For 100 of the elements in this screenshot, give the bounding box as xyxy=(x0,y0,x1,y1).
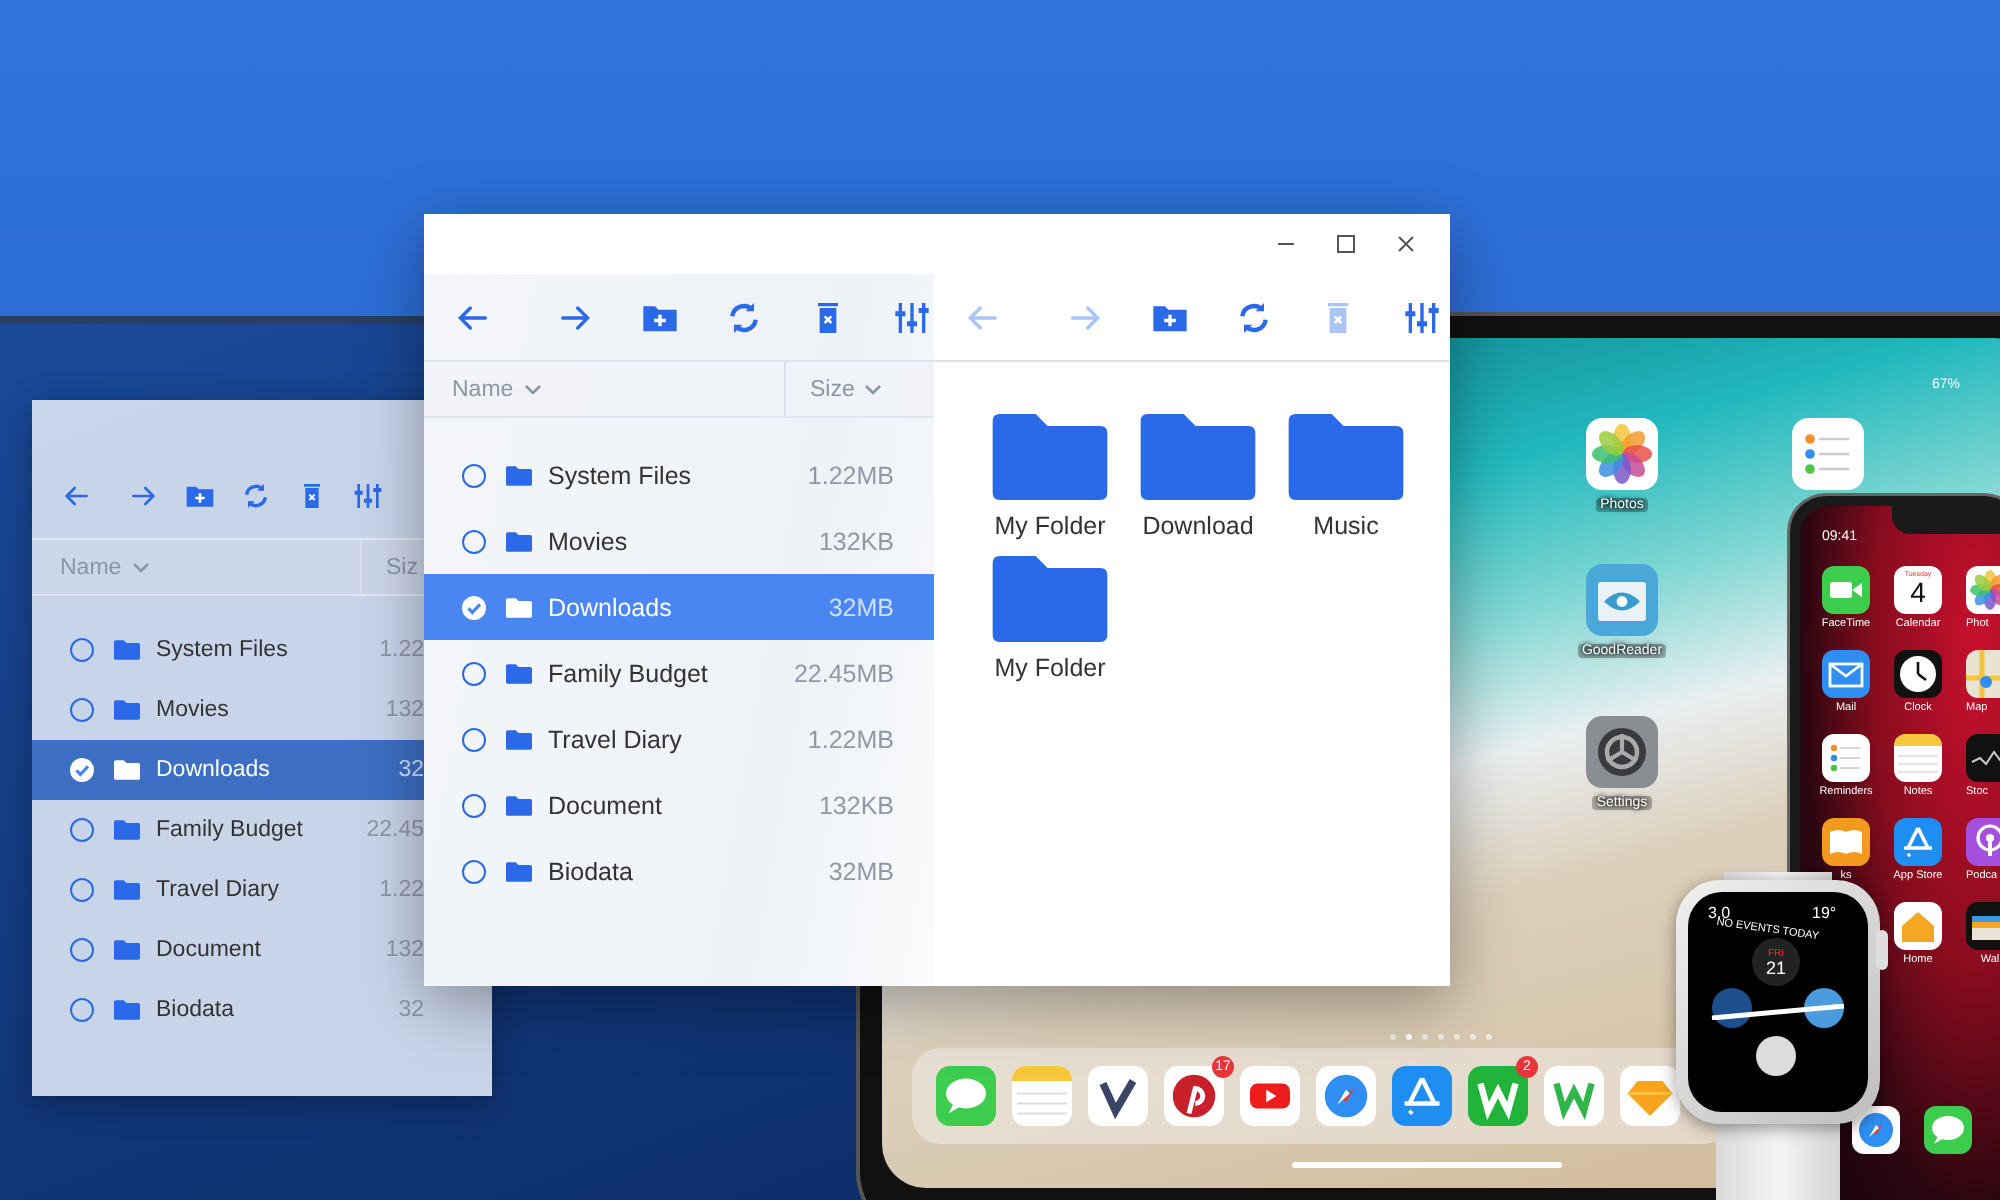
file-row[interactable]: Downloads 32MB xyxy=(424,574,934,640)
list-app-icon[interactable] xyxy=(1822,734,1870,782)
folder-icon xyxy=(114,640,140,660)
file-size: 1.22 xyxy=(379,638,424,662)
a-letter-app-icon[interactable] xyxy=(1894,818,1942,866)
file-row[interactable]: Family Budget 22.45 xyxy=(32,800,424,860)
watch-date: 21 xyxy=(1765,959,1786,977)
file-name: Downloads xyxy=(156,758,272,782)
radio-icon[interactable] xyxy=(70,818,94,842)
folder-icon[interactable] xyxy=(1288,414,1404,500)
folder-icon xyxy=(114,700,140,720)
notepad-app-icon[interactable] xyxy=(1894,734,1942,782)
radio-icon[interactable] xyxy=(70,638,94,662)
folder-icon xyxy=(506,861,532,881)
compass-app-icon[interactable] xyxy=(1852,1106,1900,1154)
clock-hands-icon xyxy=(1708,1004,1848,1020)
sliders-icon[interactable] xyxy=(1402,297,1442,337)
file-name: Document xyxy=(548,791,664,819)
watch-crown xyxy=(1876,930,1888,970)
folder-icon xyxy=(506,531,532,551)
folder-icon[interactable] xyxy=(992,414,1108,500)
file-name: Movies xyxy=(156,698,231,722)
folder-icon xyxy=(114,760,140,780)
radio-icon[interactable] xyxy=(70,998,94,1022)
sliders-icon[interactable] xyxy=(892,297,932,337)
radio-icon[interactable] xyxy=(70,938,94,962)
folder-icon xyxy=(506,663,532,683)
folder-name[interactable]: My Folder xyxy=(994,512,1106,540)
file-name: System Files xyxy=(548,461,694,489)
radio-icon[interactable] xyxy=(462,529,486,553)
file-row[interactable]: Travel Diary 1.22 xyxy=(32,860,424,920)
radio-icon[interactable] xyxy=(70,698,94,722)
radio-icon[interactable] xyxy=(462,463,486,487)
book-app-icon[interactable] xyxy=(1822,818,1870,866)
folder-icon[interactable] xyxy=(992,556,1108,642)
play-app-icon[interactable] xyxy=(1240,1066,1300,1126)
file-size: 32 xyxy=(398,998,424,1022)
folder-name[interactable]: My Folder xyxy=(994,654,1106,682)
v-letter-app-icon[interactable] xyxy=(1088,1066,1148,1126)
radio-icon[interactable] xyxy=(462,859,486,883)
radio-icon[interactable] xyxy=(462,661,486,685)
sliders-icon[interactable] xyxy=(352,479,384,511)
file-row[interactable]: System Files 1.22MB xyxy=(424,442,934,508)
file-size: 32MB xyxy=(828,857,894,885)
file-row[interactable]: Family Budget 22.45MB xyxy=(424,640,934,706)
w-letter-app-icon[interactable] xyxy=(1544,1066,1604,1126)
flower-app-icon[interactable] xyxy=(1966,566,2000,614)
radio-icon[interactable] xyxy=(462,727,486,751)
chevron-down-icon[interactable] xyxy=(864,383,883,395)
folder-icon xyxy=(114,940,140,960)
folder-name[interactable]: Music xyxy=(1313,512,1379,540)
folder-name[interactable]: Download xyxy=(1142,512,1254,540)
speech-bubble-app-icon[interactable] xyxy=(1924,1106,1972,1154)
file-size: 132KB xyxy=(818,527,894,555)
file-row[interactable]: Document 132KB xyxy=(424,772,934,838)
file-name: Downloads xyxy=(548,593,674,621)
radio-icon[interactable] xyxy=(70,878,94,902)
folder-icon xyxy=(506,729,532,749)
house-app-icon[interactable] xyxy=(1894,902,1942,950)
file-size: 22.45MB xyxy=(793,659,894,687)
clock-app-icon[interactable] xyxy=(1894,650,1942,698)
file-name: Travel Diary xyxy=(548,725,684,753)
file-name: Family Budget xyxy=(548,659,710,687)
file-name: Biodata xyxy=(156,998,237,1022)
p-letter-app-icon[interactable] xyxy=(1164,1066,1224,1126)
wallet-app-icon[interactable] xyxy=(1966,902,2000,950)
checked-radio-icon[interactable] xyxy=(70,758,94,782)
file-size: 1.22MB xyxy=(807,725,894,753)
file-row[interactable]: System Files 1.22 xyxy=(32,620,424,680)
radio-icon[interactable] xyxy=(462,793,486,817)
file-name: Movies xyxy=(548,527,630,555)
file-size: 132 xyxy=(385,938,424,962)
refresh-icon[interactable] xyxy=(240,479,272,511)
file-name: Document xyxy=(156,938,263,962)
file-size: 1.22MB xyxy=(807,461,894,489)
file-row[interactable]: Document 132 xyxy=(32,920,424,980)
chart-app-icon[interactable] xyxy=(1966,734,2000,782)
checked-radio-icon[interactable] xyxy=(462,595,486,619)
file-row[interactable]: Movies 132 xyxy=(32,680,424,740)
podcast-app-icon[interactable] xyxy=(1966,818,2000,866)
file-row[interactable]: Travel Diary 1.22MB xyxy=(424,706,934,772)
page-indicator xyxy=(1390,1034,1492,1040)
file-row[interactable]: Biodata 32 xyxy=(32,980,424,1040)
folder-icon[interactable] xyxy=(1140,414,1256,500)
video-camera-app-icon[interactable] xyxy=(1822,566,1870,614)
refresh-icon[interactable] xyxy=(724,297,764,337)
file-row[interactable]: Downloads 32 xyxy=(32,740,424,800)
map-app-icon[interactable] xyxy=(1966,650,2000,698)
chevron-down-icon[interactable] xyxy=(523,383,542,395)
refresh-icon[interactable] xyxy=(1234,297,1274,337)
folder-icon xyxy=(506,597,532,617)
file-size: 22.45 xyxy=(366,818,424,842)
flower-app-icon[interactable] xyxy=(1586,418,1658,490)
eye-app-icon[interactable] xyxy=(1586,564,1658,636)
file-row[interactable]: Biodata 32MB xyxy=(424,838,934,904)
gear-app-icon[interactable] xyxy=(1586,716,1658,788)
folder-icon xyxy=(506,795,532,815)
file-row[interactable]: Movies 132KB xyxy=(424,508,934,574)
envelope-app-icon[interactable] xyxy=(1822,650,1870,698)
w-letter-app-icon[interactable] xyxy=(1468,1066,1528,1126)
